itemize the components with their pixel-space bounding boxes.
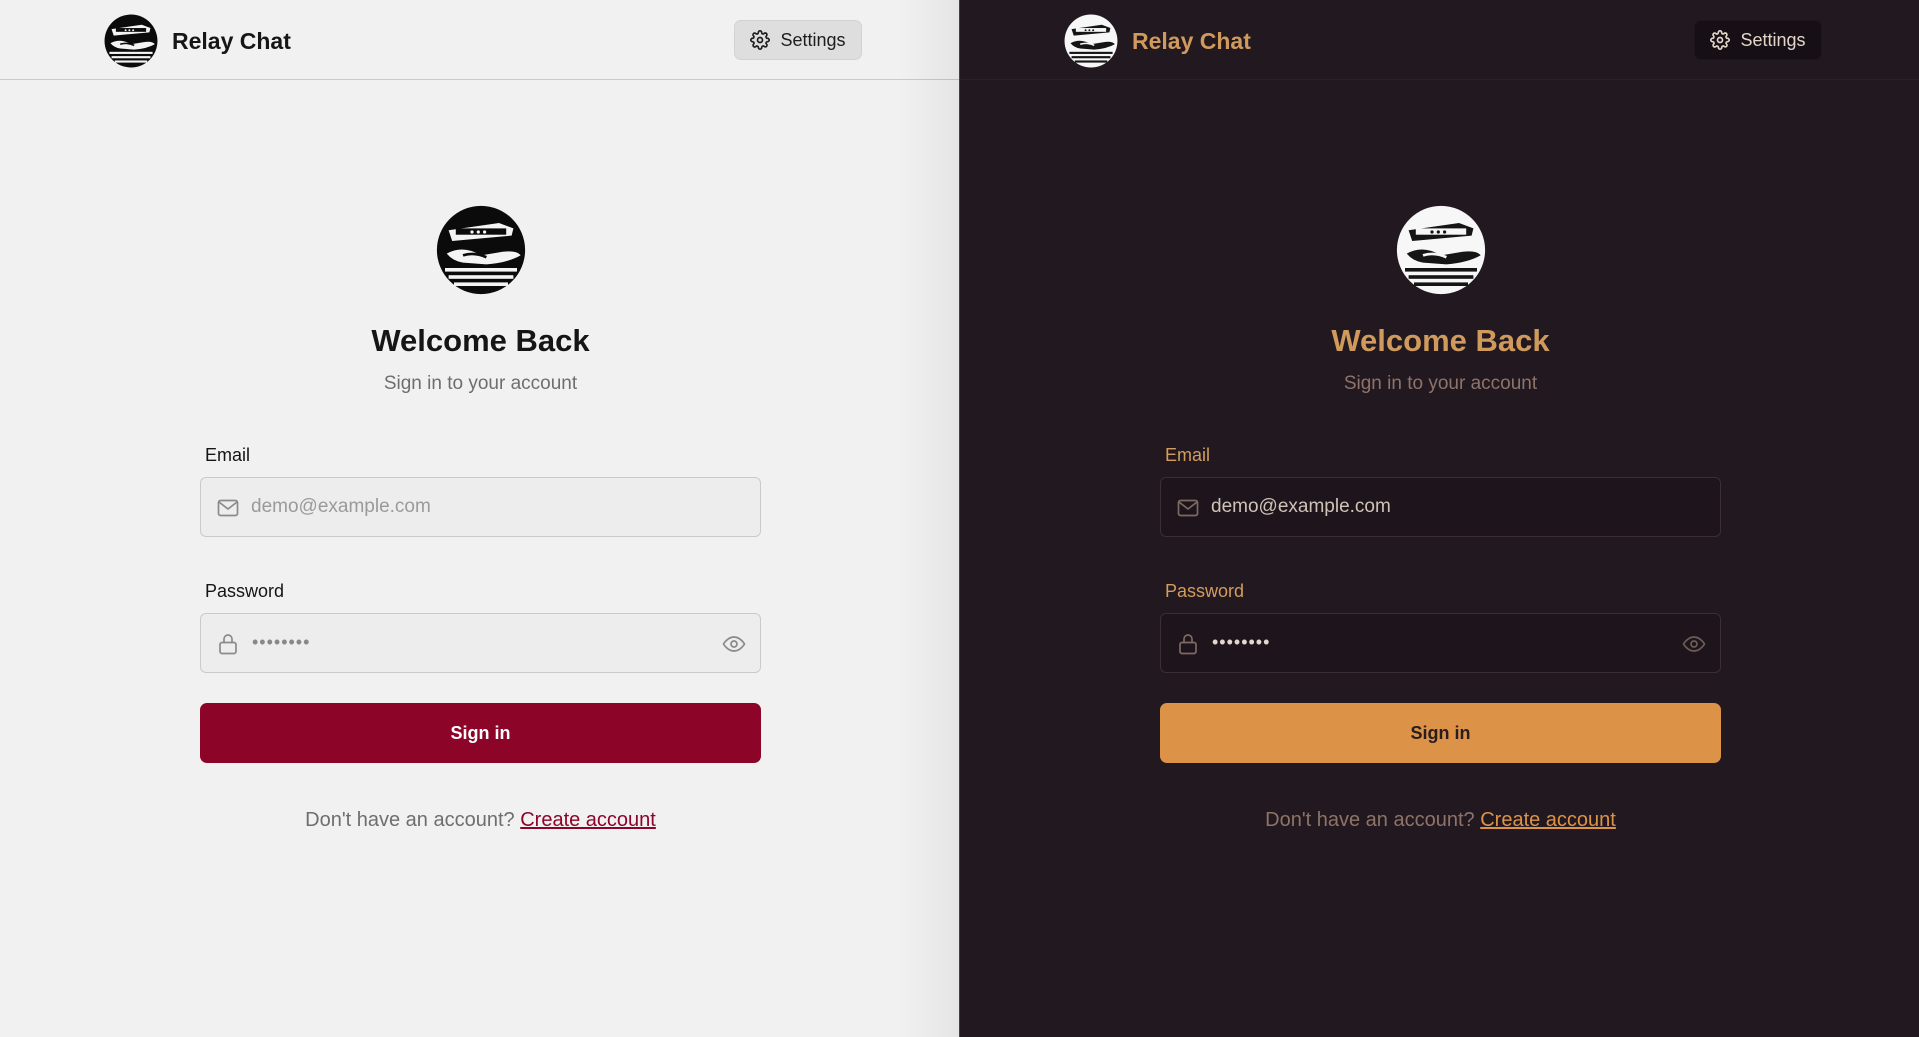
signup-prompt-text: Don't have an account? (1265, 809, 1475, 831)
signup-prompt-text: Don't have an account? (305, 809, 515, 831)
relay-logo-icon (104, 14, 158, 68)
app-name: Relay Chat (172, 27, 291, 54)
password-field[interactable]: •••••••• (1160, 613, 1721, 673)
email-label: Email (205, 445, 251, 465)
sign-in-button[interactable]: Sign in (1160, 703, 1721, 763)
gear-icon (750, 30, 771, 50)
page-subtitle: Sign in to your account (1343, 373, 1538, 394)
light-theme-panel: Relay Chat Settings Welcome Back Sign in… (0, 0, 960, 1037)
dark-theme-panel: Relay Chat Settings Welcome Back Sign in… (960, 0, 1919, 1037)
brand[interactable]: Relay Chat (104, 14, 291, 68)
settings-button[interactable]: Settings (1694, 20, 1822, 60)
eye-icon[interactable] (722, 632, 746, 656)
sign-in-button[interactable]: Sign in (200, 703, 761, 763)
email-label: Email (1165, 445, 1211, 465)
settings-label: Settings (1740, 29, 1806, 50)
create-account-link[interactable]: Create account (520, 809, 656, 831)
settings-button[interactable]: Settings (734, 20, 862, 60)
mail-icon (1177, 499, 1199, 517)
login-card: Welcome Back Sign in to your account Ema… (1160, 205, 1721, 832)
app-name: Relay Chat (1132, 27, 1251, 54)
lock-icon (219, 634, 237, 655)
email-field-wrapper (200, 477, 761, 537)
eye-icon[interactable] (1682, 632, 1706, 656)
login-card: Welcome Back Sign in to your account Ema… (200, 205, 761, 832)
lock-icon (1179, 634, 1197, 655)
top-bar: Relay Chat Settings (960, 0, 1919, 80)
relay-logo-icon (1064, 14, 1118, 68)
signup-prompt: Don't have an account? Create account (1160, 809, 1721, 832)
password-label: Password (1165, 581, 1245, 601)
gear-icon (1710, 30, 1731, 50)
relay-logo-icon (1396, 205, 1485, 295)
password-value: •••••••• (1212, 632, 1271, 652)
brand[interactable]: Relay Chat (1064, 14, 1251, 68)
email-field[interactable] (1161, 478, 1720, 536)
email-field[interactable] (201, 478, 760, 536)
create-account-link[interactable]: Create account (1480, 809, 1616, 831)
password-value: •••••••• (252, 632, 311, 652)
page-title: Welcome Back (371, 323, 590, 358)
mail-icon (217, 499, 239, 517)
top-bar: Relay Chat Settings (0, 0, 959, 80)
relay-logo-icon (436, 205, 525, 295)
password-label: Password (205, 581, 285, 601)
password-field[interactable]: •••••••• (200, 613, 761, 673)
email-field-wrapper (1160, 477, 1721, 537)
signup-prompt: Don't have an account? Create account (200, 809, 761, 832)
page-title: Welcome Back (1331, 323, 1550, 358)
page-subtitle: Sign in to your account (383, 373, 578, 394)
settings-label: Settings (780, 29, 846, 50)
